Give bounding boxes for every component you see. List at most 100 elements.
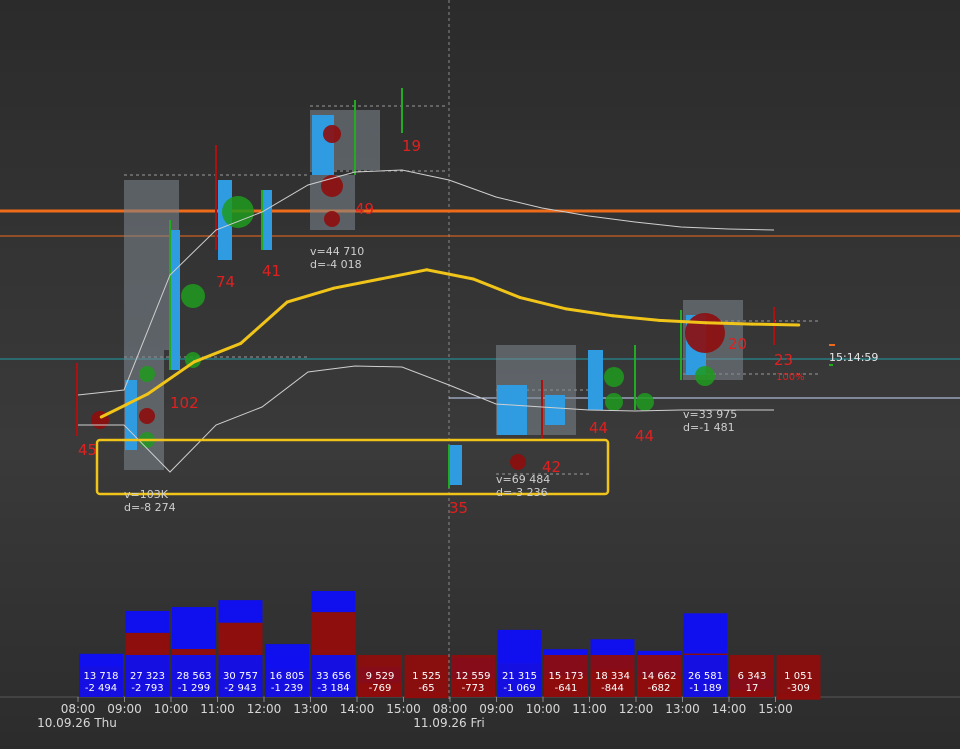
volume-bar-volume-label: 15 173 xyxy=(549,671,584,682)
vwap-point xyxy=(425,268,429,272)
vwap-point xyxy=(518,295,522,299)
time-axis-label: 14:00 xyxy=(712,702,747,716)
volume-bar-delta-label: -1 069 xyxy=(503,683,535,694)
profile-delta-label: d=-4 018 xyxy=(310,258,362,271)
vwap-point xyxy=(471,277,475,281)
profile-delta-label: d=-8 274 xyxy=(124,501,176,514)
time-axis-label: 09:00 xyxy=(479,702,514,716)
volume-bar-volume-label: 9 529 xyxy=(366,671,395,682)
price-marker-green xyxy=(829,364,833,366)
volume-bar-delta-label: -769 xyxy=(369,683,392,694)
vwap-point xyxy=(704,321,708,325)
volume-bar-volume-label: 13 718 xyxy=(84,671,119,682)
volume-bar-volume-label: 27 323 xyxy=(130,671,165,682)
current-time-label: 15:14:59 xyxy=(829,351,878,364)
vwap-point xyxy=(564,307,568,311)
candle-count-label: 74 xyxy=(216,273,235,291)
candle-count-label: 20 xyxy=(728,335,747,353)
volume-bar-volume-label: 1 525 xyxy=(412,671,441,682)
candle-count-label: 44 xyxy=(589,419,608,437)
volume-bar-volume-label: 30 757 xyxy=(223,671,258,682)
time-axis-label: 15:00 xyxy=(386,702,421,716)
candle-count-label: 23 xyxy=(774,351,793,369)
vwap-point xyxy=(285,300,289,304)
vwap-point xyxy=(192,360,196,364)
time-axis-label: 11:00 xyxy=(572,702,607,716)
volume-bar-delta-label: -65 xyxy=(418,683,434,694)
percent-label: 100% xyxy=(776,372,805,383)
volume-bar-delta-label: -2 793 xyxy=(131,683,163,694)
volume-bar-delta-label: -1 299 xyxy=(178,683,210,694)
time-axis: 08:00 09:00 10:00 11:00 12:00 13:00 14:00 15:00… xyxy=(37,697,793,730)
date-label: 10.09.26 Thu xyxy=(37,716,117,730)
profile-delta-label: d=-1 481 xyxy=(683,421,735,434)
vwap-point xyxy=(332,286,336,290)
time-axis-label: 10:00 xyxy=(154,702,189,716)
volume-bar-delta-label: -1 189 xyxy=(689,683,721,694)
volume-bar-volume-label: 12 559 xyxy=(456,671,491,682)
volume-bar-delta-label: 17 xyxy=(746,683,759,694)
time-axis-label: 14:00 xyxy=(340,702,375,716)
envelope-lower xyxy=(78,365,774,473)
volume-bar-buy[interactable] xyxy=(218,600,263,623)
candle-count-label: 49 xyxy=(355,200,374,218)
volume-bar-delta-label: -773 xyxy=(462,683,485,694)
time-axis-label: 12:00 xyxy=(619,702,654,716)
profile-volume-label: v=69 484 xyxy=(496,473,550,486)
labels-layer: 4510274414919354244 442023v=103Kd=-8 274v… xyxy=(78,137,878,517)
volume-bar-delta-label: -641 xyxy=(555,683,578,694)
volume-bar-delta-label: -309 xyxy=(787,683,810,694)
volume-bar-delta-label: -2 494 xyxy=(85,683,117,694)
vwap-point xyxy=(378,277,382,281)
volume-bar-delta-label: -2 943 xyxy=(224,683,256,694)
price-marker-orange xyxy=(829,344,835,346)
static-layer xyxy=(0,0,960,700)
date-label: 11.09.26 Fri xyxy=(413,716,485,730)
candle-count-label: 44 xyxy=(635,427,654,445)
volume-bar-volume-label: 14 662 xyxy=(642,671,677,682)
envelope-upper xyxy=(77,169,775,396)
time-axis-label: 11:00 xyxy=(200,702,235,716)
time-axis-label: 10:00 xyxy=(526,702,561,716)
volume-bar-volume-label: 1 051 xyxy=(784,671,813,682)
volume-bar-volume-label: 33 656 xyxy=(316,671,351,682)
volume-bars-layer: 13 718-2 494 27 323-2 793 28 563-1 299 30 7… xyxy=(79,591,821,700)
profile-volume-label: v=103K xyxy=(124,488,169,501)
time-axis-label: 13:00 xyxy=(665,702,700,716)
vwap-point xyxy=(750,322,754,326)
vwap-point xyxy=(146,392,150,396)
vwap-point xyxy=(99,415,103,419)
volume-bar-delta-label: -682 xyxy=(648,683,671,694)
time-axis-label: 15:00 xyxy=(758,702,793,716)
time-axis-label: 12:00 xyxy=(247,702,282,716)
volume-bar-volume-label: 26 581 xyxy=(688,671,723,682)
volume-bar-volume-label: 16 805 xyxy=(270,671,305,682)
candle-count-label: 102 xyxy=(170,394,199,412)
volume-bar-delta-label: -3 184 xyxy=(317,683,349,694)
vwap-point xyxy=(611,314,615,318)
volume-bar-buy[interactable] xyxy=(125,610,170,633)
candle-count-label: 45 xyxy=(78,441,97,459)
time-axis-label: 09:00 xyxy=(107,702,142,716)
chart-area[interactable]: 13 718 -2 494 27 323 -2 793 28 563 -1 299 30 7… xyxy=(0,0,960,745)
volume-bar-delta-label: -1 239 xyxy=(271,683,303,694)
candle-count-label: 41 xyxy=(262,262,281,280)
chart-svg: 13 718-2 494 27 323-2 793 28 563-1 299 30 7… xyxy=(0,0,960,730)
volume-bar-buy[interactable] xyxy=(311,591,356,613)
profile-volume-label: v=44 710 xyxy=(310,245,364,258)
profile-volume-label: v=33 975 xyxy=(683,408,737,421)
volume-bar-volume-label: 18 334 xyxy=(595,671,630,682)
profile-delta-label: d=-3 236 xyxy=(496,486,548,499)
volume-bar-buy[interactable] xyxy=(172,607,216,649)
volume-bar-volume-label: 6 343 xyxy=(738,671,767,682)
time-axis-label: 08:00 xyxy=(61,702,96,716)
volume-bar-buy[interactable] xyxy=(683,613,728,654)
volume-bar-volume-label: 21 315 xyxy=(502,671,537,682)
volume-bar-delta-label: -844 xyxy=(601,683,624,694)
candle-wicks xyxy=(76,88,775,488)
cluster-circles xyxy=(91,125,725,470)
vwap-point xyxy=(239,341,243,345)
time-axis-label: 13:00 xyxy=(293,702,328,716)
volume-bar-volume-label: 28 563 xyxy=(177,671,212,682)
time-axis-label: 08:00 xyxy=(433,702,468,716)
